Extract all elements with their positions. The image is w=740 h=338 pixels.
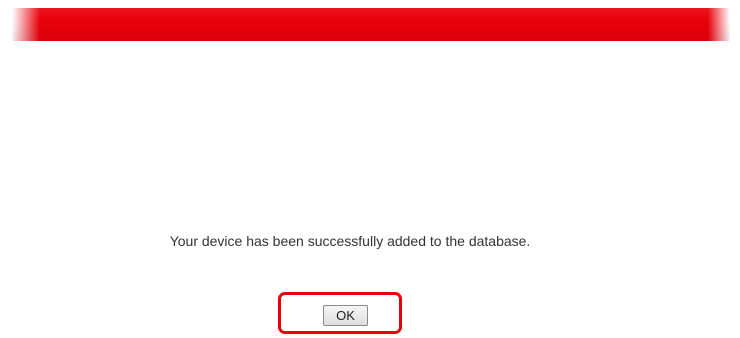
success-message: Your device has been successfully added …	[169, 233, 531, 249]
header-bar	[12, 8, 730, 41]
ok-button[interactable]: OK	[323, 305, 368, 326]
confirmation-page: Your device has been successfully added …	[0, 0, 740, 338]
